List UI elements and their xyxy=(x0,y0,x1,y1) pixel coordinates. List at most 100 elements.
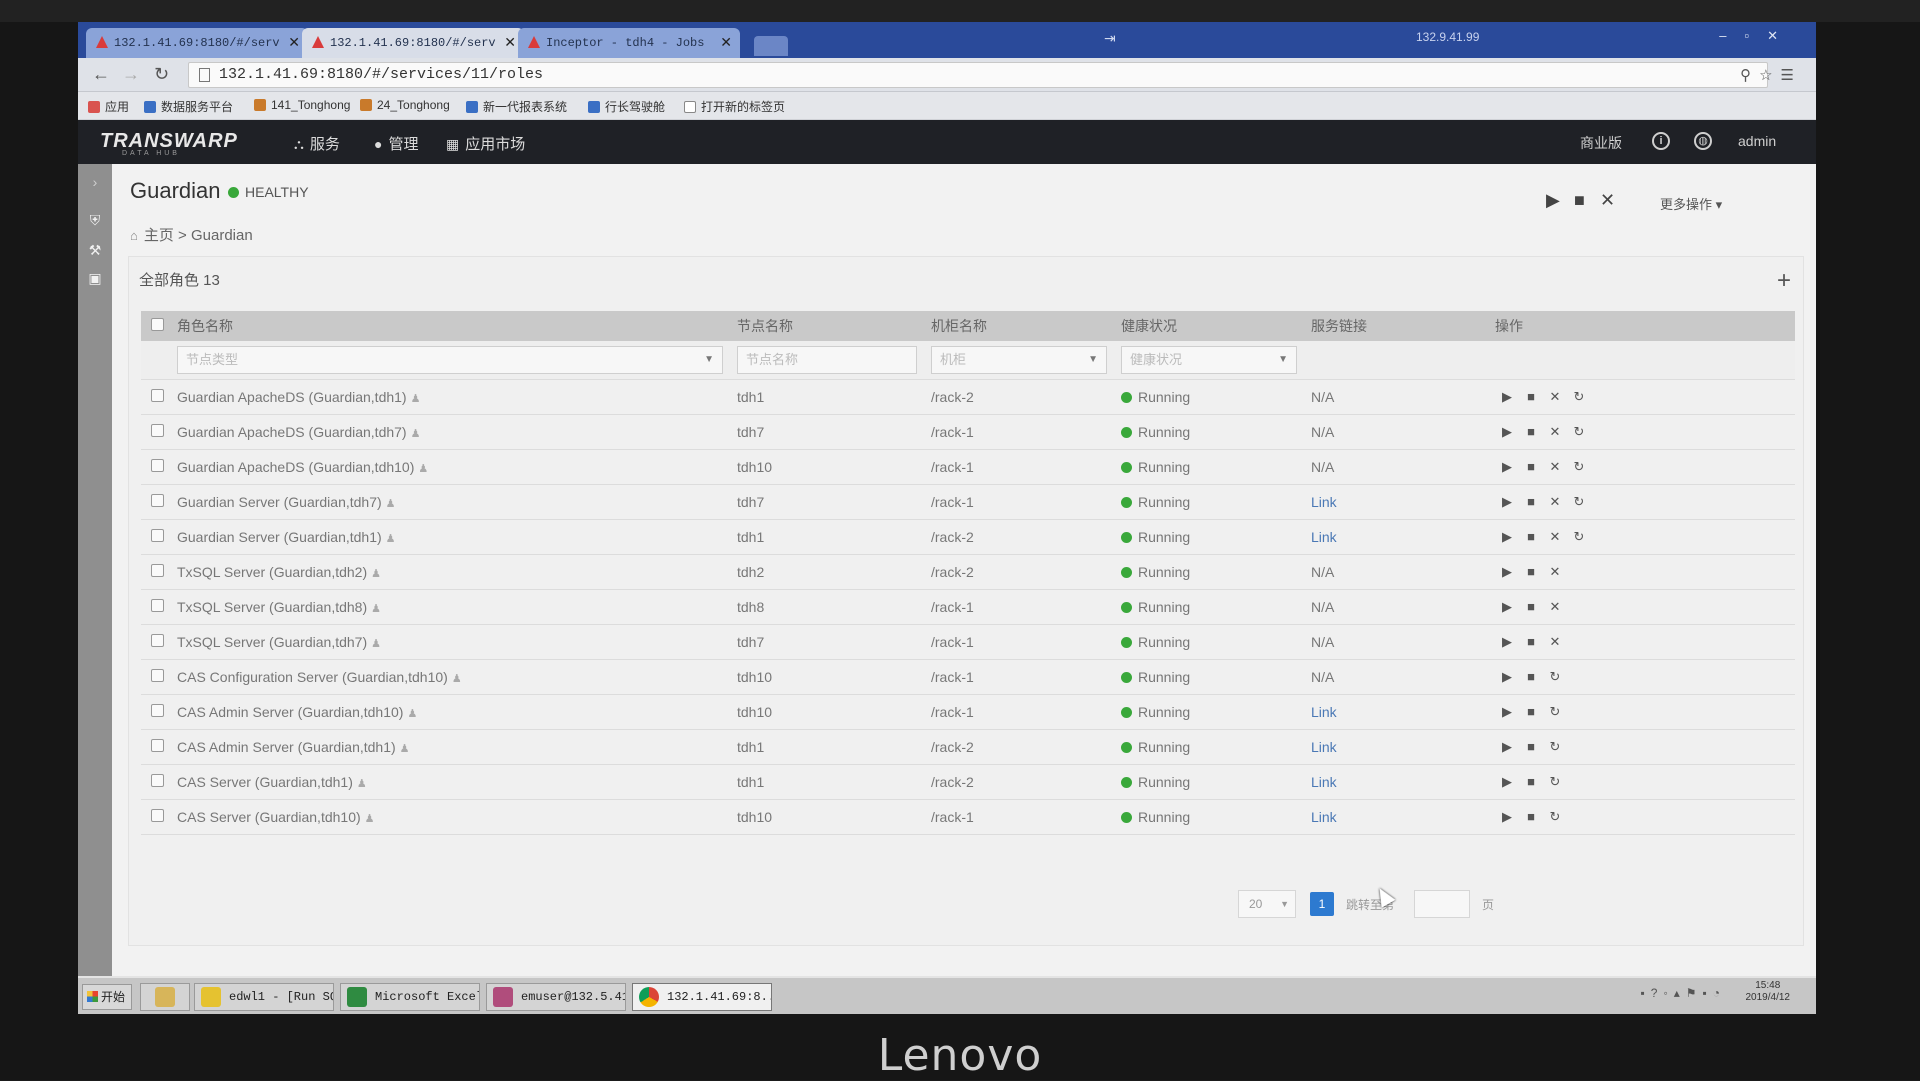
table-row[interactable]: CAS Server (Guardian,tdh1) ♟ tdh1/rack-2 Ru… xyxy=(141,764,1795,800)
role-type-filter[interactable]: 节点类型 ▼ xyxy=(177,345,723,374)
taskbar-item-sql[interactable]: edwl1 - [Run SQL... xyxy=(194,983,334,1011)
stop-icon[interactable]: ■ xyxy=(1519,669,1543,684)
table-row[interactable]: Guardian ApacheDS (Guardian,tdh7) ♟ tdh7/r… xyxy=(141,414,1795,450)
role-name[interactable]: CAS Admin Server (Guardian,tdh1) xyxy=(177,739,396,755)
bookmark-apps[interactable]: 应用 xyxy=(88,98,129,115)
refresh-icon[interactable]: ↻ xyxy=(1567,529,1591,545)
start-icon[interactable]: ▶ xyxy=(1495,739,1519,755)
role-name[interactable]: Guardian ApacheDS (Guardian,tdh7) xyxy=(177,424,407,440)
node-name-filter[interactable]: 节点名称 xyxy=(737,345,917,374)
row-checkbox[interactable] xyxy=(151,493,164,507)
table-row[interactable]: Guardian Server (Guardian,tdh1) ♟ tdh1/rac… xyxy=(141,519,1795,555)
close-icon[interactable]: ✕ xyxy=(1543,564,1567,580)
row-checkbox[interactable] xyxy=(151,738,164,752)
stop-icon[interactable]: ■ xyxy=(1519,529,1543,544)
refresh-icon[interactable]: ↻ xyxy=(1567,389,1591,405)
close-icon[interactable]: ✕ xyxy=(720,28,732,58)
add-role-button[interactable]: + xyxy=(1777,267,1791,295)
stop-icon[interactable]: ■ xyxy=(1519,599,1543,614)
start-icon[interactable]: ▶ xyxy=(1495,494,1519,510)
browser-tab-1[interactable]: 132.1.41.69:8180/#/serv ✕ xyxy=(86,28,308,58)
row-checkbox[interactable] xyxy=(151,528,164,542)
row-checkbox[interactable] xyxy=(151,598,164,612)
role-name[interactable]: TxSQL Server (Guardian,tdh2) xyxy=(177,564,367,580)
start-icon[interactable]: ▶ xyxy=(1495,424,1519,440)
col-rack-name[interactable]: 机柜名称 xyxy=(931,311,1121,341)
start-icon[interactable]: ▶ xyxy=(1495,809,1519,825)
health-filter[interactable]: 健康状况 ▼ xyxy=(1121,345,1297,374)
start-icon[interactable]: ▶ xyxy=(1495,459,1519,475)
start-icon[interactable]: ▶ xyxy=(1495,599,1519,615)
explorer-quicklaunch[interactable] xyxy=(140,983,190,1011)
stop-icon[interactable]: ■ xyxy=(1519,459,1543,474)
refresh-icon[interactable]: ↻ xyxy=(1543,739,1567,755)
table-row[interactable]: CAS Configuration Server (Guardian,tdh10… xyxy=(141,659,1795,695)
info-icon[interactable]: i xyxy=(1652,132,1670,150)
stop-icon[interactable]: ■ xyxy=(1519,774,1543,789)
page-1-button[interactable]: 1 xyxy=(1310,892,1334,916)
col-role-name[interactable]: 角色名称 xyxy=(177,311,737,341)
table-row[interactable]: Guardian ApacheDS (Guardian,tdh1) ♟ tdh1/r… xyxy=(141,379,1795,415)
row-checkbox[interactable] xyxy=(151,388,164,402)
table-row[interactable]: TxSQL Server (Guardian,tdh8) ♟ tdh8/rack-1… xyxy=(141,589,1795,625)
page-size-select[interactable]: 20 ▼ xyxy=(1238,890,1296,918)
refresh-icon[interactable]: ↻ xyxy=(1543,809,1567,825)
close-icon[interactable]: ✕ xyxy=(1543,599,1567,615)
row-checkbox[interactable] xyxy=(151,458,164,472)
row-checkbox[interactable] xyxy=(151,773,164,787)
browser-tab-3[interactable]: Inceptor - tdh4 - Jobs ✕ xyxy=(518,28,740,58)
start-icon[interactable]: ▶ xyxy=(1495,774,1519,790)
refresh-icon[interactable]: ↻ xyxy=(1543,774,1567,790)
role-name[interactable]: TxSQL Server (Guardian,tdh8) xyxy=(177,599,367,615)
taskbar-clock[interactable]: 15:48 2019/4/12 xyxy=(1746,980,1791,1004)
start-icon[interactable]: ▶ xyxy=(1495,389,1519,405)
pin-icon[interactable]: ⇥ xyxy=(1104,30,1116,47)
refresh-icon[interactable]: ↻ xyxy=(1567,494,1591,510)
forward-arrow-icon[interactable]: → xyxy=(122,64,140,85)
address-bar[interactable]: 132.1.41.69:8180/#/services/11/roles xyxy=(188,62,1768,88)
row-checkbox[interactable] xyxy=(151,423,164,437)
start-icon[interactable]: ▶ xyxy=(1495,634,1519,650)
row-checkbox[interactable] xyxy=(151,563,164,577)
start-icon[interactable]: ▶ xyxy=(1546,190,1560,211)
role-name[interactable]: TxSQL Server (Guardian,tdh7) xyxy=(177,634,367,650)
browser-tab-2[interactable]: 132.1.41.69:8180/#/serv ✕ xyxy=(302,28,524,58)
service-link[interactable]: Link xyxy=(1311,774,1337,790)
stop-icon[interactable]: ■ xyxy=(1519,809,1543,824)
stop-icon[interactable]: ■ xyxy=(1519,389,1543,404)
shield-icon[interactable]: ⛨ xyxy=(86,212,104,230)
stop-icon[interactable]: ■ xyxy=(1574,190,1585,211)
new-tab-button[interactable] xyxy=(754,36,788,56)
user-menu[interactable]: admin xyxy=(1738,133,1776,149)
close-icon[interactable]: ✕ xyxy=(504,28,516,58)
back-arrow-icon[interactable]: ← xyxy=(92,64,110,85)
role-name[interactable]: Guardian Server (Guardian,tdh7) xyxy=(177,494,382,510)
close-icon[interactable]: ✕ xyxy=(1543,494,1567,510)
bookmark-data-platform[interactable]: 数据服务平台 xyxy=(144,98,233,115)
refresh-icon[interactable]: ↻ xyxy=(1567,459,1591,475)
table-row[interactable]: TxSQL Server (Guardian,tdh2) ♟ tdh2/rack-2… xyxy=(141,554,1795,590)
more-ops-dropdown[interactable]: 更多操作 ▾ xyxy=(1660,194,1722,213)
nav-management[interactable]: ● 管理 xyxy=(374,133,418,154)
table-row[interactable]: Guardian Server (Guardian,tdh7) ♟ tdh7/rac… xyxy=(141,484,1795,520)
row-checkbox[interactable] xyxy=(151,668,164,682)
refresh-icon[interactable]: ↻ xyxy=(1567,424,1591,440)
lock-icon[interactable]: ▣ xyxy=(86,270,104,288)
service-link[interactable]: Link xyxy=(1311,494,1337,510)
table-row[interactable]: CAS Admin Server (Guardian,tdh10) ♟ tdh10/… xyxy=(141,694,1795,730)
role-name[interactable]: Guardian ApacheDS (Guardian,tdh1) xyxy=(177,389,407,405)
reload-icon[interactable]: ↻ xyxy=(154,64,169,85)
row-checkbox[interactable] xyxy=(151,633,164,647)
role-name[interactable]: Guardian ApacheDS (Guardian,tdh10) xyxy=(177,459,414,475)
stop-icon[interactable]: ■ xyxy=(1519,704,1543,719)
col-service-link[interactable]: 服务链接 xyxy=(1311,311,1495,341)
close-icon[interactable]: ✕ xyxy=(1543,529,1567,545)
role-name[interactable]: CAS Server (Guardian,tdh1) xyxy=(177,774,353,790)
stop-icon[interactable]: ■ xyxy=(1519,564,1543,579)
close-icon[interactable]: ✕ xyxy=(288,28,300,58)
row-checkbox[interactable] xyxy=(151,808,164,822)
role-name[interactable]: Guardian Server (Guardian,tdh1) xyxy=(177,529,382,545)
role-name[interactable]: CAS Configuration Server (Guardian,tdh10… xyxy=(177,669,448,685)
stop-icon[interactable]: ■ xyxy=(1519,424,1543,439)
close-icon[interactable]: ✕ xyxy=(1543,459,1567,475)
